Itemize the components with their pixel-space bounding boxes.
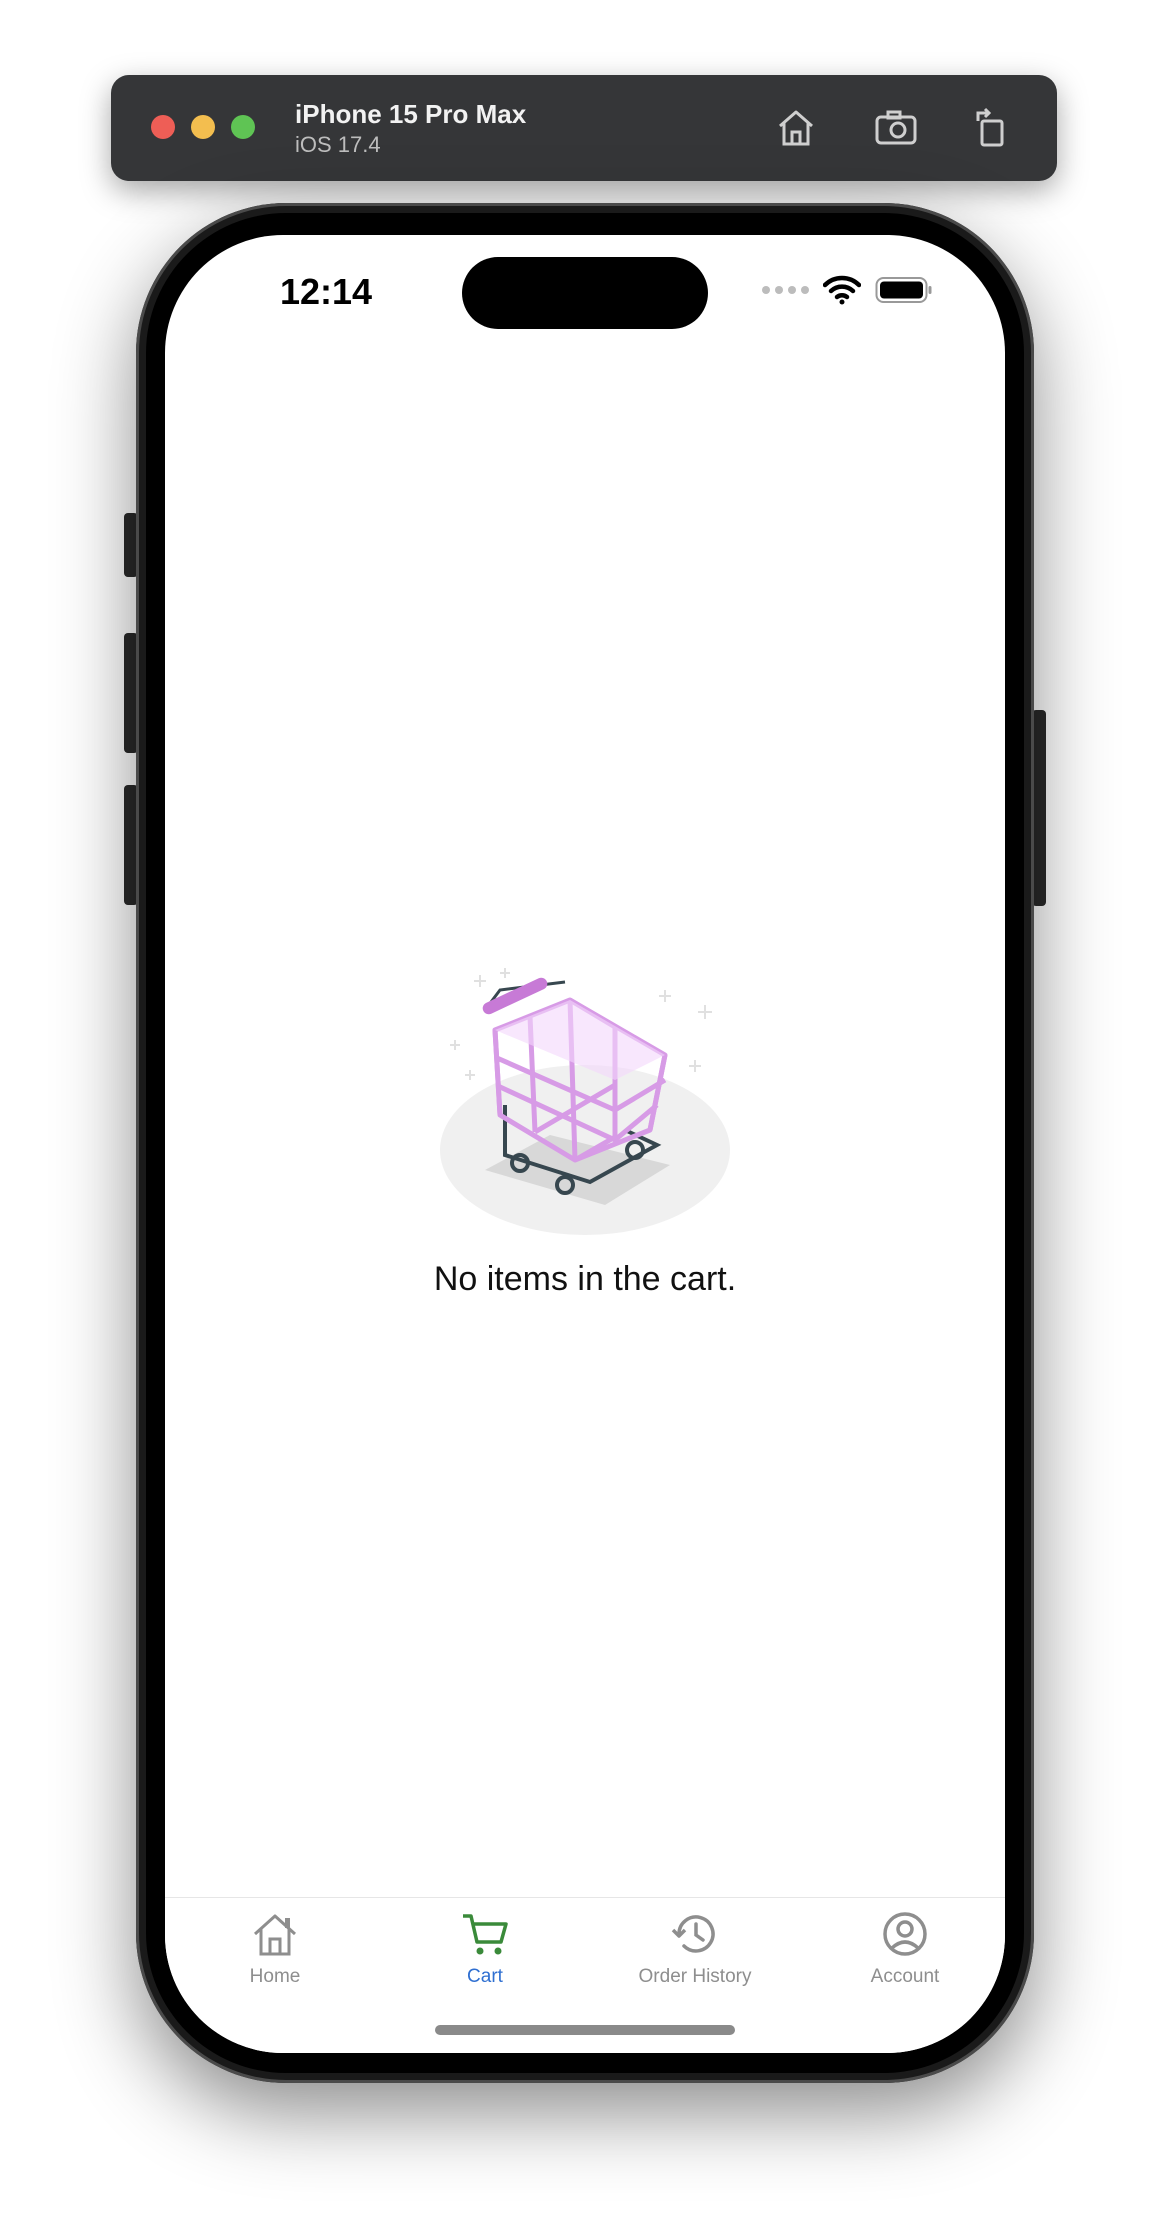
signal-dots-icon [762, 286, 809, 294]
simulator-toolbar: iPhone 15 Pro Max iOS 17.4 [111, 75, 1057, 181]
tab-cart[interactable]: Cart [380, 1908, 590, 1988]
history-icon [671, 1915, 715, 1953]
home-icon [779, 110, 813, 146]
rotate-icon [976, 107, 1004, 147]
os-version: iOS 17.4 [295, 132, 381, 157]
home-icon [253, 1914, 297, 1956]
zoom-window-button[interactable] [231, 115, 255, 139]
status-time: 12:14 [280, 271, 373, 312]
phone-screen: 12:14 No items in the cart. Home Cart Or… [165, 235, 1005, 2053]
sim-rotate-button[interactable] [966, 103, 1016, 153]
battery-icon [875, 277, 932, 303]
tab-order-history[interactable]: Order History [590, 1908, 800, 1988]
shopping-cart-illustration [440, 968, 730, 1235]
account-icon [883, 1912, 927, 1956]
close-window-button[interactable] [151, 115, 175, 139]
screenshot-icon [875, 110, 917, 145]
status-icons [762, 275, 933, 305]
tab-account-label: Account [870, 1966, 940, 1987]
sim-home-button[interactable] [771, 103, 821, 153]
tab-home[interactable]: Home [170, 1908, 380, 1988]
device-name: iPhone 15 Pro Max [295, 99, 527, 129]
tab-home-label: Home [249, 1966, 301, 1987]
minimize-window-button[interactable] [191, 115, 215, 139]
power-button [1032, 710, 1046, 906]
tab-cart-label: Cart [467, 1966, 503, 1987]
empty-cart-message: No items in the cart. [433, 1260, 737, 1298]
empty-cart-state: No items in the cart. [165, 960, 1005, 1299]
tab-account[interactable]: Account [800, 1908, 1005, 1988]
home-indicator[interactable] [435, 2025, 735, 2035]
tab-order-history-label: Order History [638, 1966, 752, 1987]
dynamic-island [462, 257, 708, 329]
wifi-icon [823, 275, 861, 305]
cart-icon [463, 1914, 508, 1955]
sim-screenshot-button[interactable] [871, 103, 921, 153]
